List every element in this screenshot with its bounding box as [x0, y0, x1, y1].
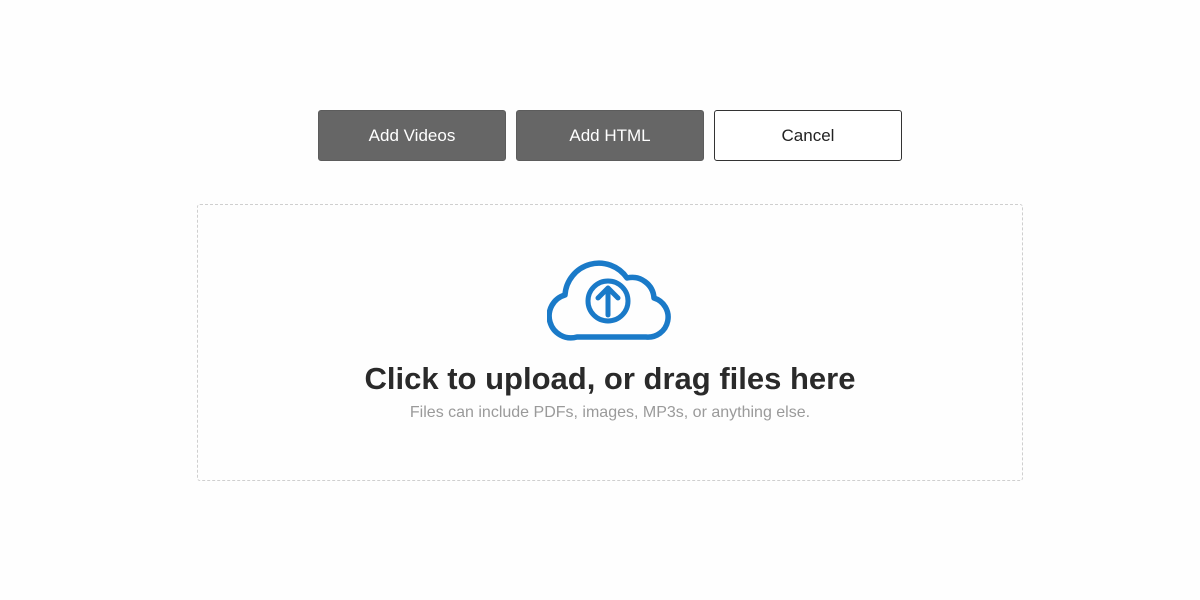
upload-dropzone[interactable]: Click to upload, or drag files here File… [197, 204, 1023, 481]
toolbar: Add Videos Add HTML Cancel [318, 110, 902, 161]
dropzone-title: Click to upload, or drag files here [364, 361, 856, 396]
cloud-upload-icon [547, 260, 671, 341]
upload-page: Add Videos Add HTML Cancel Click to uplo… [0, 0, 1200, 600]
add-videos-button[interactable]: Add Videos [318, 110, 506, 161]
cancel-button[interactable]: Cancel [714, 110, 902, 161]
add-html-button[interactable]: Add HTML [516, 110, 704, 161]
dropzone-subtitle: Files can include PDFs, images, MP3s, or… [409, 404, 811, 421]
